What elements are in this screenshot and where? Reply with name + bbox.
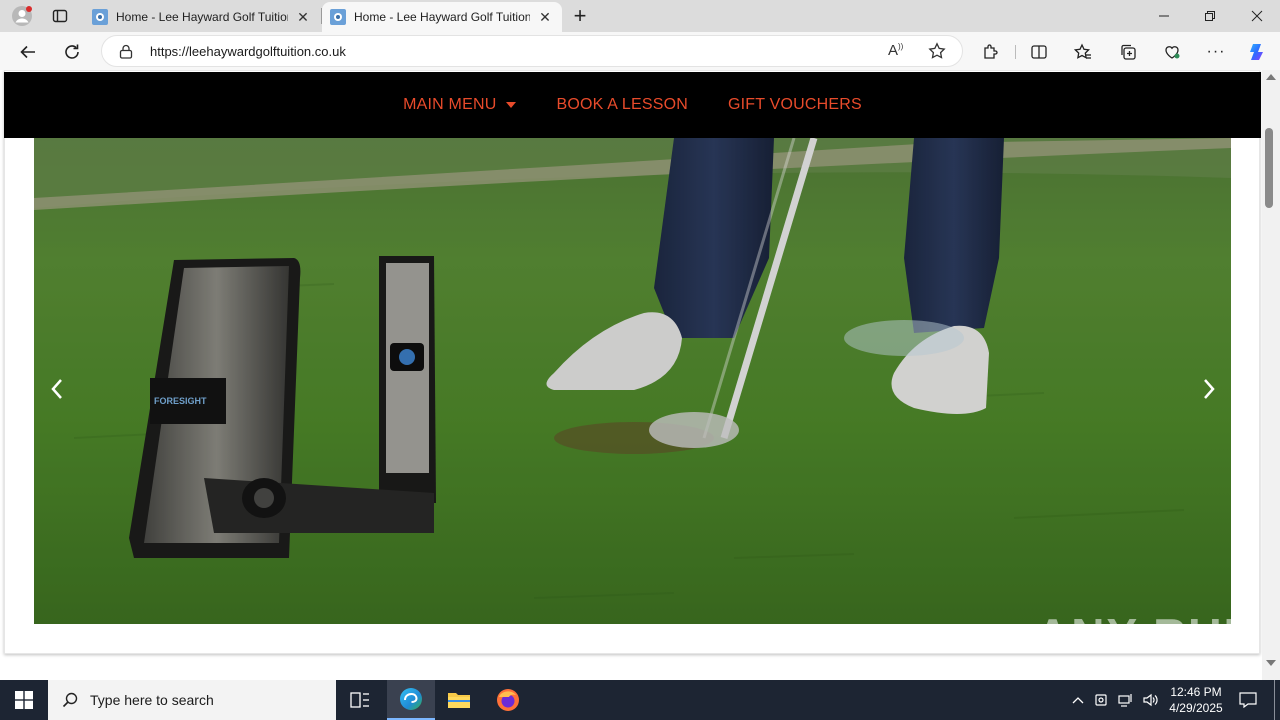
start-button[interactable]	[0, 680, 48, 720]
nav-main-menu-label: MAIN MENU	[403, 96, 497, 113]
show-hidden-icons-icon[interactable]	[1068, 680, 1088, 720]
site-favicon-icon	[92, 9, 108, 25]
task-view-icon[interactable]	[336, 680, 384, 720]
browser-tab-strip: Home - Lee Hayward Golf Tuition ✕ Home -…	[0, 0, 1280, 32]
windows-taskbar: Type here to search 12:46 PM 4/29/2025	[0, 680, 1280, 720]
refresh-icon[interactable]	[56, 36, 88, 68]
tab-2[interactable]: Home - Lee Hayward Golf Tuition ✕	[322, 2, 562, 32]
firefox-icon[interactable]	[484, 680, 532, 720]
favorite-star-icon[interactable]	[928, 42, 946, 60]
close-tab-icon[interactable]: ✕	[536, 8, 554, 26]
carousel-prev-arrow-icon[interactable]	[42, 374, 72, 404]
search-icon	[62, 692, 78, 708]
copilot-icon[interactable]	[1242, 36, 1274, 68]
notification-icon[interactable]	[1236, 680, 1260, 720]
url-text[interactable]: https://leehaywardgolftuition.co.uk	[150, 44, 346, 59]
edge-taskbar-icon[interactable]	[387, 680, 435, 720]
site-navigation: MAIN MENU BOOK A LESSON GIFT VOUCHERS	[4, 72, 1261, 138]
split-screen-icon[interactable]	[1023, 36, 1055, 68]
tab-title: Home - Lee Hayward Golf Tuition	[354, 10, 530, 24]
clock-date: 4/29/2025	[1169, 701, 1223, 715]
file-explorer-icon[interactable]	[435, 680, 483, 720]
taskbar-search[interactable]: Type here to search	[48, 680, 336, 720]
restore-icon[interactable]	[1187, 0, 1233, 32]
close-tab-icon[interactable]: ✕	[294, 8, 312, 26]
address-bar[interactable]: https://leehaywardgolftuition.co.uk A))	[101, 35, 963, 67]
network-icon[interactable]	[1116, 680, 1136, 720]
back-arrow-icon[interactable]	[12, 36, 44, 68]
show-desktop-button[interactable]	[1274, 680, 1275, 720]
caret-down-icon	[506, 102, 517, 108]
profile-avatar-icon[interactable]	[4, 0, 40, 32]
scroll-down-arrow-icon[interactable]	[1266, 660, 1276, 666]
scrollbar-thumb[interactable]	[1265, 128, 1273, 208]
tab-actions-icon[interactable]	[42, 0, 78, 32]
browser-toolbar: https://leehaywardgolftuition.co.uk A)) …	[0, 32, 1280, 70]
device-tray-icon[interactable]	[1092, 680, 1112, 720]
page-viewport: MAIN MENU BOOK A LESSON GIFT VOUCHERS FO…	[0, 70, 1280, 680]
extensions-icon[interactable]	[975, 36, 1007, 68]
hero-golf-image: FORESIGHT	[34, 138, 1231, 624]
scroll-up-arrow-icon[interactable]	[1266, 74, 1276, 80]
volume-icon[interactable]	[1140, 680, 1160, 720]
nav-gift-vouchers[interactable]: GIFT VOUCHERS	[728, 96, 862, 114]
clock-time: 12:46 PM	[1170, 685, 1222, 699]
toolbar-divider	[1015, 45, 1016, 59]
page-scrollbar[interactable]	[1262, 70, 1280, 680]
carousel-next-arrow-icon[interactable]	[1194, 374, 1224, 404]
close-window-icon[interactable]	[1234, 0, 1280, 32]
anyrun-watermark: ANY RUN	[1036, 609, 1259, 661]
tab-title: Home - Lee Hayward Golf Tuition	[116, 10, 288, 24]
favorites-icon[interactable]	[1067, 36, 1099, 68]
browser-essentials-icon[interactable]	[1156, 36, 1188, 68]
tab-1[interactable]: Home - Lee Hayward Golf Tuition ✕	[84, 2, 320, 32]
lock-icon[interactable]	[119, 44, 133, 59]
read-aloud-icon[interactable]: A))	[888, 42, 903, 59]
hero-carousel: FORESIGHT	[34, 138, 1231, 624]
collections-icon[interactable]	[1112, 36, 1144, 68]
search-placeholder: Type here to search	[90, 692, 214, 708]
minimize-icon[interactable]	[1141, 0, 1187, 32]
more-options-icon[interactable]: ···	[1200, 36, 1232, 68]
system-clock[interactable]: 12:46 PM 4/29/2025	[1160, 684, 1232, 716]
new-tab-button[interactable]: +	[562, 0, 598, 32]
site-favicon-icon	[330, 9, 346, 25]
nav-main-menu[interactable]: MAIN MENU	[403, 96, 517, 114]
nav-book-a-lesson[interactable]: BOOK A LESSON	[556, 96, 688, 114]
windows-logo-icon	[15, 691, 33, 709]
